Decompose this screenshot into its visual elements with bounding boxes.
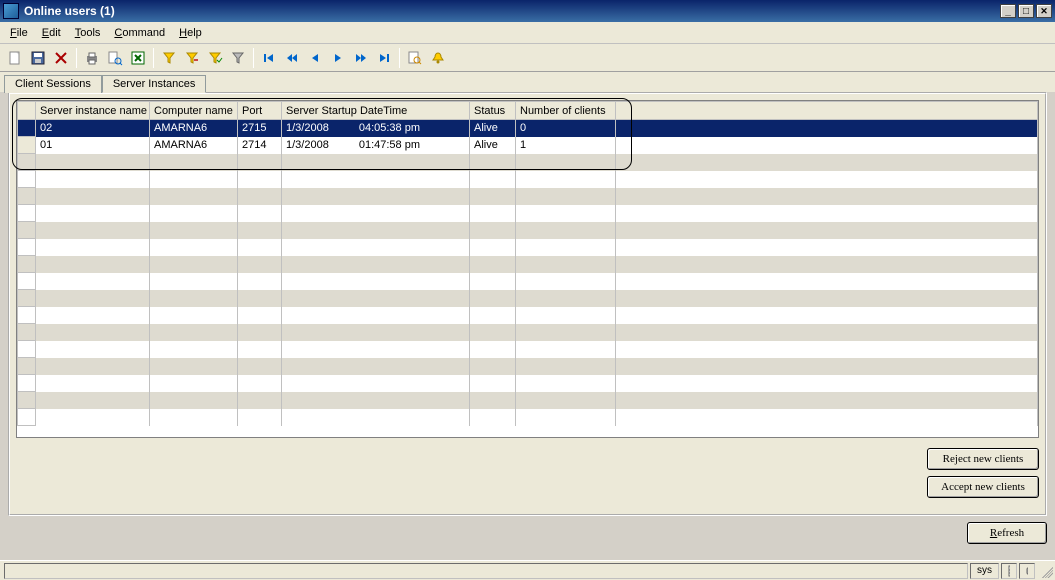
menu-tools[interactable]: Tools bbox=[75, 27, 101, 39]
row-header-blank bbox=[18, 102, 36, 120]
last-icon[interactable] bbox=[373, 47, 395, 69]
status-disk-icon bbox=[1019, 563, 1035, 579]
table-row-empty bbox=[18, 324, 1038, 341]
cell-status: Alive bbox=[470, 137, 516, 154]
search-icon[interactable] bbox=[404, 47, 426, 69]
table-row[interactable]: 02 AMARNA6 2715 1/3/200804:05:38 pm Aliv… bbox=[18, 120, 1038, 137]
refresh-button[interactable]: Refresh bbox=[967, 522, 1047, 544]
table-row-empty bbox=[18, 188, 1038, 205]
next-icon[interactable] bbox=[327, 47, 349, 69]
print-icon[interactable] bbox=[81, 47, 103, 69]
menu-help[interactable]: Help bbox=[179, 27, 202, 39]
cell-port: 2714 bbox=[238, 137, 282, 154]
col-spacer bbox=[616, 102, 1038, 120]
table-row-empty bbox=[18, 375, 1038, 392]
col-instance-name[interactable]: Server instance name bbox=[36, 102, 150, 120]
table-row[interactable]: 01 AMARNA6 2714 1/3/200801:47:58 pm Aliv… bbox=[18, 137, 1038, 154]
cell-computer: AMARNA6 bbox=[150, 120, 238, 137]
cell-port: 2715 bbox=[238, 120, 282, 137]
col-status[interactable]: Status bbox=[470, 102, 516, 120]
menu-command[interactable]: Command bbox=[114, 27, 165, 39]
status-bar: sys bbox=[0, 560, 1055, 580]
first-icon[interactable] bbox=[258, 47, 280, 69]
row-selector[interactable] bbox=[18, 137, 36, 154]
tab-server-instances[interactable]: Server Instances bbox=[102, 75, 207, 93]
cell-spacer bbox=[616, 137, 1038, 154]
resize-grip[interactable] bbox=[1039, 564, 1053, 578]
table-row-empty bbox=[18, 409, 1038, 426]
title-bar: Online users (1) _ □ ✕ bbox=[0, 0, 1055, 22]
prev-page-icon[interactable] bbox=[281, 47, 303, 69]
col-computer-name[interactable]: Computer name bbox=[150, 102, 238, 120]
table-row-empty bbox=[18, 256, 1038, 273]
table-row-empty bbox=[18, 154, 1038, 171]
bell-icon[interactable] bbox=[427, 47, 449, 69]
cell-clients: 0 bbox=[516, 120, 616, 137]
delete-icon[interactable] bbox=[50, 47, 72, 69]
col-port[interactable]: Port bbox=[238, 102, 282, 120]
app-icon bbox=[3, 3, 19, 19]
maximize-button[interactable]: □ bbox=[1018, 4, 1034, 18]
col-num-clients[interactable]: Number of clients bbox=[516, 102, 616, 120]
reject-clients-button[interactable]: Reject new clients bbox=[927, 448, 1039, 470]
menu-file[interactable]: File bbox=[10, 27, 28, 39]
filter-edit-icon[interactable] bbox=[181, 47, 203, 69]
menu-edit[interactable]: Edit bbox=[42, 27, 61, 39]
status-table-icon bbox=[1001, 563, 1017, 579]
row-selector[interactable] bbox=[18, 120, 36, 137]
prev-icon[interactable] bbox=[304, 47, 326, 69]
cell-instance: 01 bbox=[36, 137, 150, 154]
cell-instance: 02 bbox=[36, 120, 150, 137]
close-button[interactable]: ✕ bbox=[1036, 4, 1052, 18]
table-row-empty bbox=[18, 171, 1038, 188]
tab-client-sessions[interactable]: Client Sessions bbox=[4, 75, 102, 93]
table-row-empty bbox=[18, 307, 1038, 324]
server-grid[interactable]: Server instance name Computer name Port … bbox=[16, 100, 1039, 438]
table-row-empty bbox=[18, 273, 1038, 290]
content-panel: Server instance name Computer name Port … bbox=[8, 92, 1047, 516]
table-row-empty bbox=[18, 222, 1038, 239]
save-icon[interactable] bbox=[27, 47, 49, 69]
table-row-empty bbox=[18, 392, 1038, 409]
cell-spacer bbox=[616, 120, 1038, 137]
excel-icon[interactable] bbox=[127, 47, 149, 69]
accept-clients-button[interactable]: Accept new clients bbox=[927, 476, 1039, 498]
cell-status: Alive bbox=[470, 120, 516, 137]
filter-icon[interactable] bbox=[158, 47, 180, 69]
table-row-empty bbox=[18, 205, 1038, 222]
cell-datetime: 1/3/200801:47:58 pm bbox=[282, 137, 470, 154]
col-startup-datetime[interactable]: Server Startup DateTime bbox=[282, 102, 470, 120]
filter-clear-icon[interactable] bbox=[227, 47, 249, 69]
tab-strip: Client Sessions Server Instances bbox=[0, 72, 1055, 92]
filter-apply-icon[interactable] bbox=[204, 47, 226, 69]
menu-bar: File Edit Tools Command Help bbox=[0, 22, 1055, 44]
status-sys: sys bbox=[970, 563, 999, 579]
table-row-empty bbox=[18, 358, 1038, 375]
cell-clients: 1 bbox=[516, 137, 616, 154]
table-row-empty bbox=[18, 239, 1038, 256]
toolbar bbox=[0, 44, 1055, 72]
preview-icon[interactable] bbox=[104, 47, 126, 69]
window-title: Online users (1) bbox=[24, 4, 1000, 18]
cell-datetime: 1/3/200804:05:38 pm bbox=[282, 120, 470, 137]
cell-computer: AMARNA6 bbox=[150, 137, 238, 154]
table-row-empty bbox=[18, 341, 1038, 358]
next-page-icon[interactable] bbox=[350, 47, 372, 69]
new-icon[interactable] bbox=[4, 47, 26, 69]
minimize-button[interactable]: _ bbox=[1000, 4, 1016, 18]
table-row-empty bbox=[18, 290, 1038, 307]
